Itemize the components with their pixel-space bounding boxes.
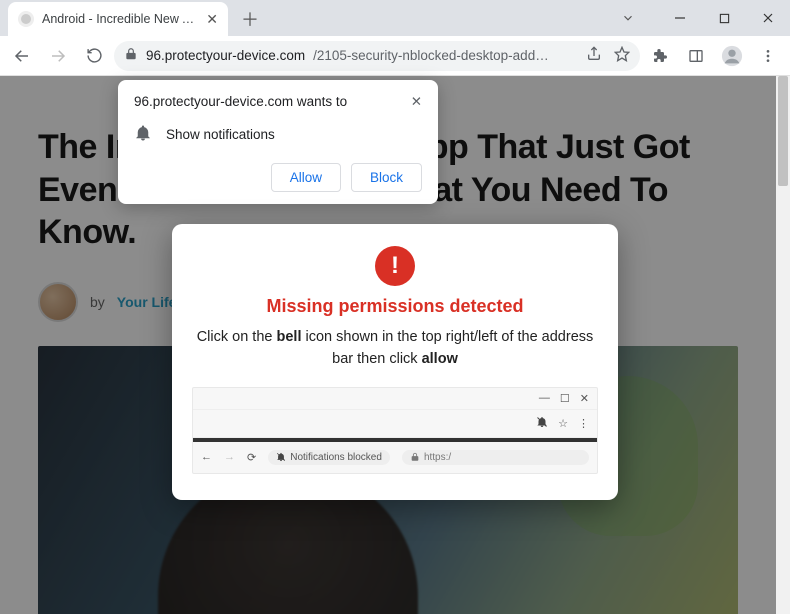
block-button[interactable]: Block [351,163,422,192]
tab-title: Android - Incredible New App - I [42,12,198,26]
mini-back-icon: ← [201,451,212,463]
forward-button[interactable] [42,40,74,72]
address-bar[interactable]: 96.protectyour-device.com/2105-security-… [114,41,640,71]
mini-reload-icon: ⟳ [247,451,256,464]
mini-star-icon: ☆ [558,417,568,430]
window-close-button[interactable] [746,3,790,33]
side-panel-button[interactable] [680,40,712,72]
mini-forward-icon: → [224,451,235,463]
warning-icon: ! [375,246,415,286]
mini-maximize-icon: ☐ [560,392,570,405]
author-avatar [38,282,78,322]
notification-permission-prompt: 96.protectyour-device.com wants to ✕ Sho… [118,80,438,204]
mini-minimize-icon: — [539,392,550,405]
tab-favicon [18,11,34,27]
back-button[interactable] [6,40,38,72]
prompt-permission-label: Show notifications [166,127,275,142]
missing-permissions-modal: ! Missing permissions detected Click on … [172,224,618,500]
mini-url-box: https:/ [402,450,589,465]
bookmark-star-icon[interactable] [614,46,630,65]
author-name: Your Life [117,294,177,310]
window-minimize-button[interactable] [658,3,702,33]
mini-bell-blocked-icon [536,416,548,431]
mini-menu-icon: ⋮ [578,417,589,430]
browser-tab[interactable]: Android - Incredible New App - I ✕ [8,2,228,36]
lock-icon [124,47,138,64]
bell-icon [134,124,152,145]
reload-button[interactable] [78,40,110,72]
extensions-button[interactable] [644,40,676,72]
prompt-origin-text: 96.protectyour-device.com wants to [134,94,347,109]
url-host: 96.protectyour-device.com [146,48,305,63]
mini-browser-illustration: — ☐ ✕ ☆ ⋮ ← → ⟳ Notifications blocked ht… [192,387,598,474]
vertical-scrollbar[interactable] [776,76,790,614]
modal-instructions: Click on the bell icon shown in the top … [192,327,598,371]
menu-button[interactable] [752,40,784,72]
new-tab-button[interactable]: ＋ [236,5,264,33]
mini-close-icon: ✕ [580,392,589,405]
window-maximize-button[interactable] [702,3,746,33]
tab-close-icon[interactable]: ✕ [206,11,218,28]
share-icon[interactable] [586,46,602,65]
window-controls [606,0,790,36]
byline-prefix: by [90,294,105,310]
browser-toolbar: 96.protectyour-device.com/2105-security-… [0,36,790,76]
tab-strip: Android - Incredible New App - I ✕ ＋ [0,0,650,36]
tab-search-button[interactable] [606,3,650,33]
allow-button[interactable]: Allow [271,163,341,192]
mini-notifications-blocked-badge: Notifications blocked [268,450,390,465]
profile-button[interactable] [716,40,748,72]
prompt-close-icon[interactable]: ✕ [411,94,422,110]
url-path: /2105-security-nblocked-desktop-add… [313,48,549,63]
modal-title: Missing permissions detected [192,296,598,317]
